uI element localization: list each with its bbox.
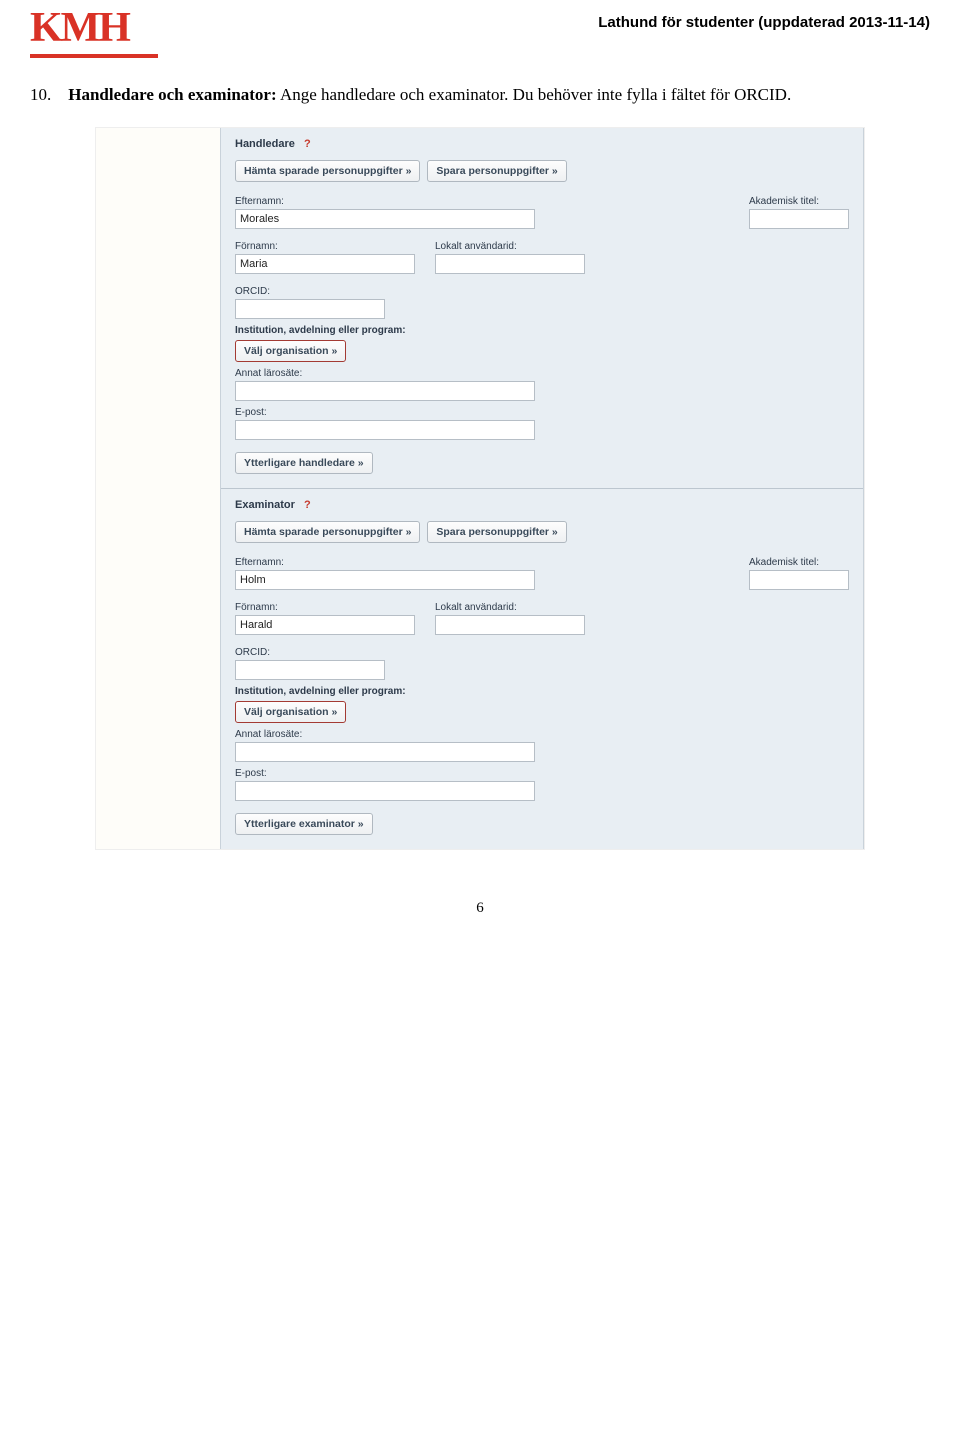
fetch-person-button[interactable]: Hämta sparade personuppgifter » <box>235 521 420 543</box>
add-examiner-button[interactable]: Ytterligare examinator » <box>235 813 373 835</box>
lokalt-id-input[interactable] <box>435 254 585 274</box>
label-akademisk-titel: Akademisk titel: <box>749 196 849 207</box>
label-fornamn: Förnamn: <box>235 241 415 252</box>
add-supervisor-button[interactable]: Ytterligare handledare » <box>235 452 373 474</box>
efternamn-input[interactable] <box>235 209 535 229</box>
form-area: Handledare ? Hämta sparade personuppgift… <box>220 128 864 849</box>
label-efternamn: Efternamn: <box>235 557 535 568</box>
examinator-title: Examinator ? <box>235 499 849 511</box>
label-fornamn: Förnamn: <box>235 602 415 613</box>
intro-body: Ange handledare och examinator. Du behöv… <box>277 85 792 104</box>
label-epost: E-post: <box>235 768 849 779</box>
orcid-input[interactable] <box>235 299 385 319</box>
handledare-title: Handledare ? <box>235 138 849 150</box>
logo-block: KMH <box>30 10 158 58</box>
fornamn-input[interactable] <box>235 254 415 274</box>
label-lokalt-id: Lokalt användarid: <box>435 602 585 613</box>
intro-paragraph: 10. Handledare och examinator: Ange hand… <box>30 82 930 108</box>
label-institution: Institution, avdelning eller program: <box>235 686 849 697</box>
left-empty-strip <box>96 128 220 849</box>
section-examinator: Examinator ? Hämta sparade personuppgift… <box>221 488 863 849</box>
save-person-button[interactable]: Spara personuppgifter » <box>427 160 566 182</box>
label-efternamn: Efternamn: <box>235 196 535 207</box>
orcid-input[interactable] <box>235 660 385 680</box>
label-orcid: ORCID: <box>235 286 849 297</box>
logo-underline <box>30 54 158 58</box>
examinator-title-text: Examinator <box>235 499 295 511</box>
fetch-person-button[interactable]: Hämta sparade personuppgifter » <box>235 160 420 182</box>
label-akademisk-titel: Akademisk titel: <box>749 557 849 568</box>
help-icon[interactable]: ? <box>304 499 311 511</box>
label-annat-larosate: Annat lärosäte: <box>235 729 849 740</box>
label-annat-larosate: Annat lärosäte: <box>235 368 849 379</box>
pick-organisation-button[interactable]: Välj organisation » <box>235 340 346 362</box>
akademisk-titel-input[interactable] <box>749 570 849 590</box>
intro-title: Handledare och examinator: <box>68 85 276 104</box>
label-lokalt-id: Lokalt användarid: <box>435 241 585 252</box>
intro-number: 10. <box>30 82 64 108</box>
label-institution: Institution, avdelning eller program: <box>235 325 849 336</box>
handledare-title-text: Handledare <box>235 138 295 150</box>
akademisk-titel-input[interactable] <box>749 209 849 229</box>
section-handledare: Handledare ? Hämta sparade personuppgift… <box>221 128 863 488</box>
efternamn-input[interactable] <box>235 570 535 590</box>
kmh-logo: KMH <box>30 10 158 48</box>
pick-organisation-button[interactable]: Välj organisation » <box>235 701 346 723</box>
fornamn-input[interactable] <box>235 615 415 635</box>
header-right-text: Lathund för studenter (uppdaterad 2013-1… <box>598 14 930 31</box>
annat-larosate-input[interactable] <box>235 381 535 401</box>
annat-larosate-input[interactable] <box>235 742 535 762</box>
page-header: KMH Lathund för studenter (uppdaterad 20… <box>30 10 930 58</box>
lokalt-id-input[interactable] <box>435 615 585 635</box>
embedded-form-screenshot: Handledare ? Hämta sparade personuppgift… <box>95 127 865 850</box>
help-icon[interactable]: ? <box>304 138 311 150</box>
save-person-button[interactable]: Spara personuppgifter » <box>427 521 566 543</box>
epost-input[interactable] <box>235 781 535 801</box>
label-epost: E-post: <box>235 407 849 418</box>
epost-input[interactable] <box>235 420 535 440</box>
label-orcid: ORCID: <box>235 647 849 658</box>
page-number: 6 <box>30 900 930 917</box>
